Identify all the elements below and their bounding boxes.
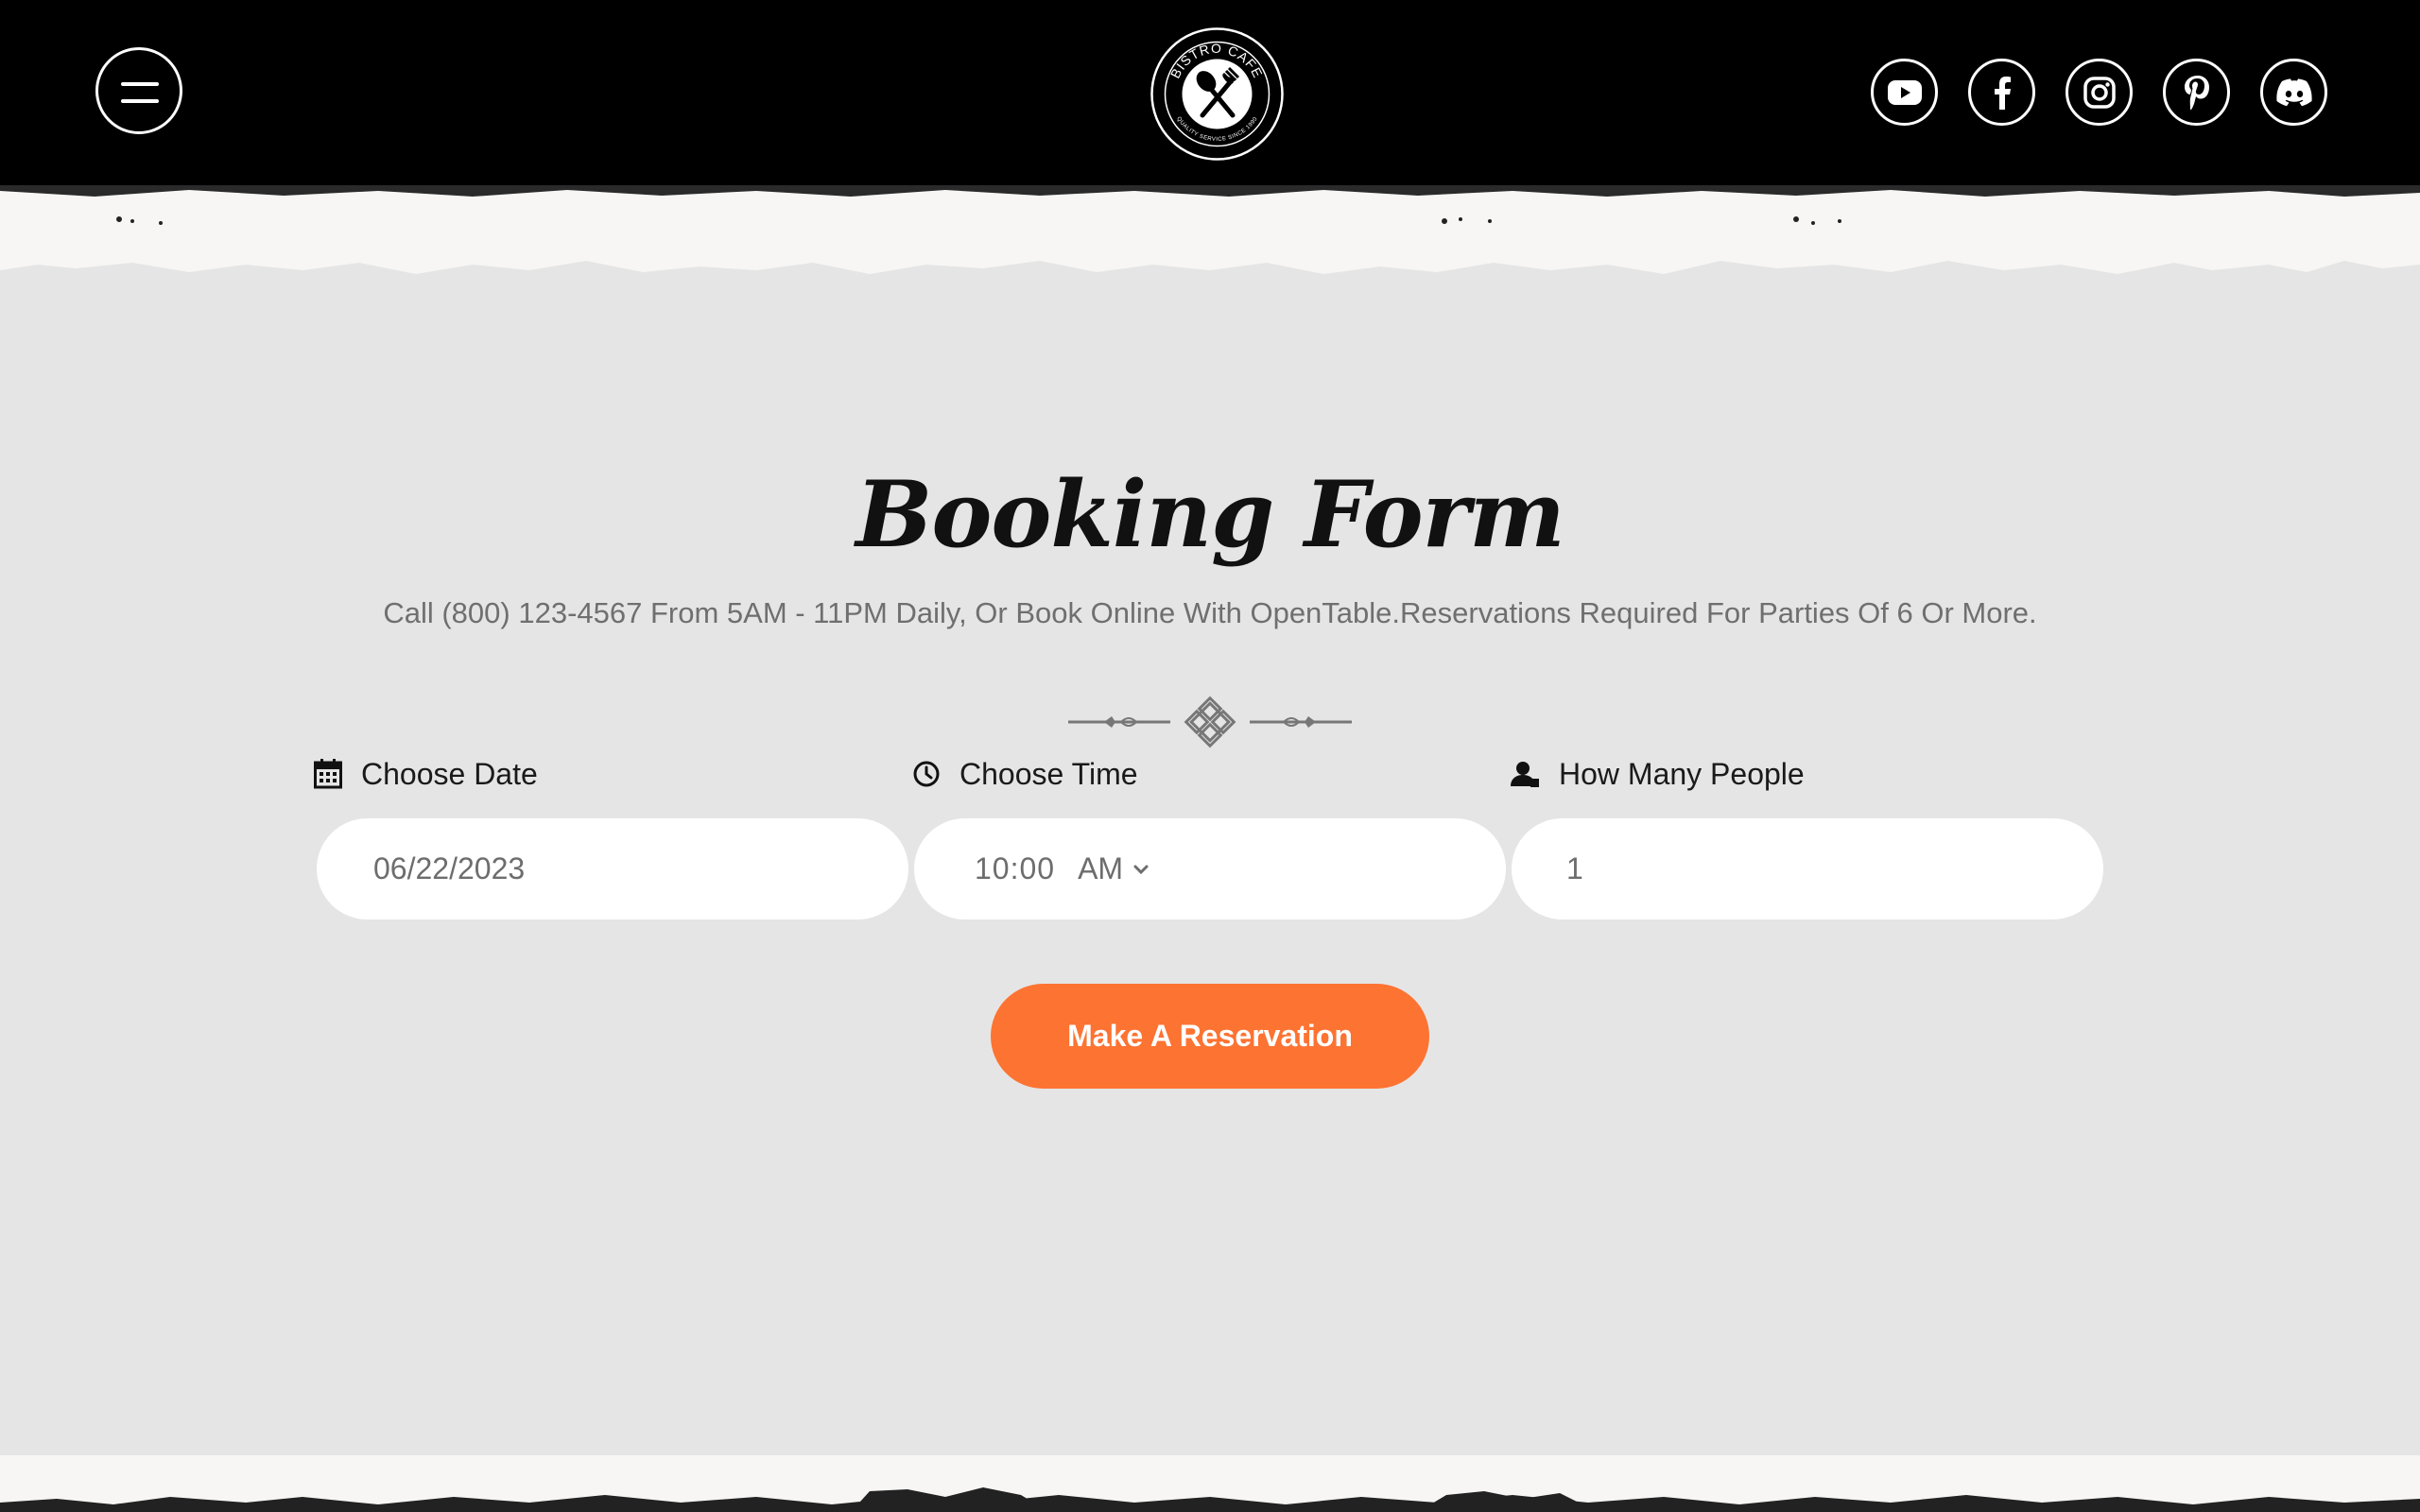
am-pm-select[interactable]: AM xyxy=(1078,851,1123,886)
facebook-button[interactable] xyxy=(1968,59,2035,126)
people-count-input[interactable]: 1 xyxy=(1512,818,2103,919)
time-value: 10:00 xyxy=(975,851,1056,885)
person-icon xyxy=(1511,762,1539,787)
hamburger-menu-button[interactable] xyxy=(95,47,182,134)
people-count-value: 1 xyxy=(1566,851,1583,885)
time-input[interactable]: 10:00 AM xyxy=(914,818,1506,919)
site-header: BISTRO CAFE QUALITY SERVICE SINCE 1990 xyxy=(0,0,2420,187)
booking-info-text: Call (800) 123-4567 From 5AM - 11PM Dail… xyxy=(383,596,2037,629)
instagram-button[interactable] xyxy=(2066,59,2133,126)
clock-icon xyxy=(913,761,940,787)
booking-page: BISTRO CAFE QUALITY SERVICE SINCE 1990 B… xyxy=(0,0,2420,1512)
youtube-icon xyxy=(1887,79,1922,105)
date-label-text: Choose Date xyxy=(361,756,538,791)
discord-button[interactable] xyxy=(2260,59,2327,126)
pinterest-button[interactable] xyxy=(2163,59,2230,126)
facebook-icon xyxy=(1994,76,2011,110)
choose-time-label: Choose Time xyxy=(912,750,1138,798)
chevron-down-icon[interactable] xyxy=(1132,864,1150,875)
page-title: Booking Form xyxy=(856,461,1565,568)
make-reservation-button[interactable]: Make A Reservation xyxy=(991,984,1429,1089)
social-links xyxy=(1871,59,2327,126)
youtube-button[interactable] xyxy=(1871,59,1938,126)
bistro-cafe-logo[interactable]: BISTRO CAFE QUALITY SERVICE SINCE 1990 xyxy=(1150,26,1285,162)
calendar-icon xyxy=(314,759,342,789)
people-label-text: How Many People xyxy=(1559,756,1805,791)
hamburger-menu-icon xyxy=(121,82,159,86)
discord-icon xyxy=(2275,77,2312,106)
instagram-icon xyxy=(2083,76,2116,109)
torn-paper-edge-top xyxy=(0,185,2420,274)
date-input[interactable]: 06/22/2023 xyxy=(317,818,908,919)
ornamental-divider xyxy=(1068,696,1352,748)
how-many-people-label: How Many People xyxy=(1510,750,1805,798)
hamburger-menu-icon-line xyxy=(121,99,159,103)
choose-date-label: Choose Date xyxy=(314,750,538,798)
pinterest-icon xyxy=(2184,75,2209,110)
torn-paper-edge-bottom xyxy=(0,1455,2420,1512)
date-value: 06/22/2023 xyxy=(373,851,526,885)
time-label-text: Choose Time xyxy=(959,756,1138,791)
